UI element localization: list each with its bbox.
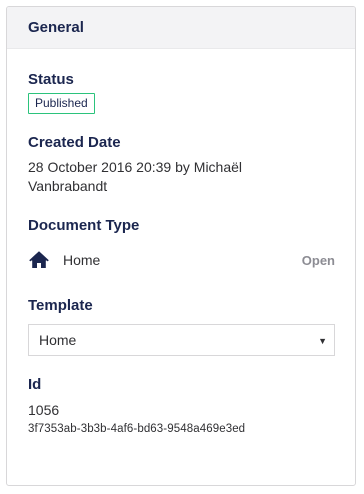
status-badge: Published: [28, 93, 95, 114]
caret-down-icon: ▼: [318, 336, 327, 346]
created-date-label: Created Date: [28, 134, 121, 151]
template-select[interactable]: Home ▼: [28, 324, 335, 356]
id-number: 1056: [28, 402, 60, 418]
document-type-section: Document Type Home Open: [28, 196, 335, 271]
document-type-label: Document Type: [28, 217, 140, 234]
created-date-value: 28 October 2016 20:39 by Michaël Vanbrab…: [28, 159, 243, 194]
status-label: Status: [28, 71, 74, 88]
template-selected-value: Home: [39, 332, 77, 348]
id-section: Id 1056 3f7353ab-3b3b-4af6-bd63-9548a469…: [28, 356, 334, 437]
panel-body: Status Published Created Date 28 October…: [7, 49, 355, 437]
document-type-name: Home: [63, 252, 101, 268]
created-date-section: Created Date 28 October 2016 20:39 by Mi…: [28, 114, 334, 196]
panel-title: General: [28, 19, 84, 36]
general-info-panel: General Status Published Created Date 28…: [6, 6, 356, 486]
open-document-type-link[interactable]: Open: [302, 253, 335, 268]
document-type-row: Home Open: [28, 249, 335, 271]
template-section: Template Home ▼: [28, 271, 335, 356]
home-icon: [29, 249, 51, 271]
status-section: Status Published: [28, 49, 334, 114]
template-label: Template: [28, 297, 93, 314]
panel-header: General: [7, 7, 355, 49]
id-guid: 3f7353ab-3b3b-4af6-bd63-9548a469e3ed: [28, 423, 246, 435]
id-label: Id: [28, 376, 42, 393]
